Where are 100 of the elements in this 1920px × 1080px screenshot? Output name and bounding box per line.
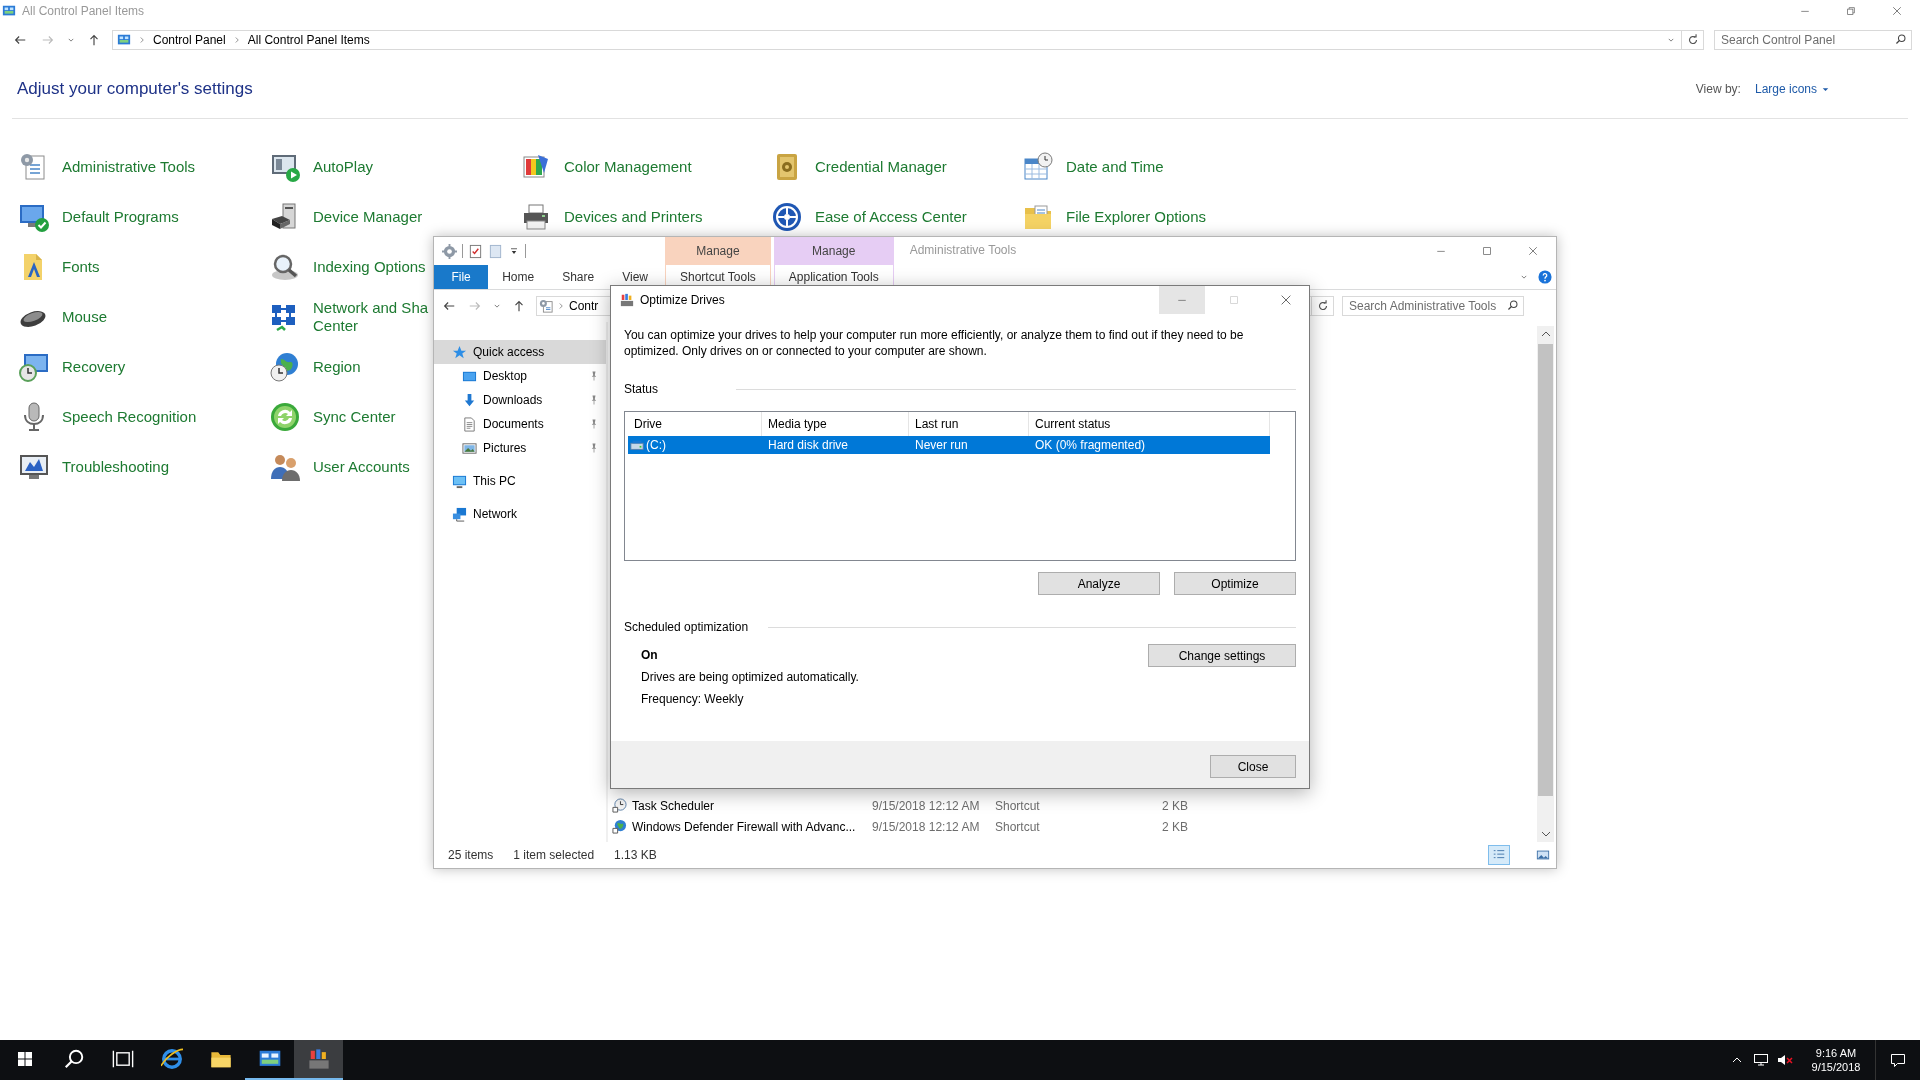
search-icon: [62, 1048, 85, 1070]
scrollbar[interactable]: [1537, 326, 1554, 842]
breadcrumb-item[interactable]: Control Panel: [153, 33, 226, 47]
sync-icon: [269, 401, 301, 433]
clock[interactable]: 9:16 AM 9/15/2018: [1797, 1040, 1875, 1080]
ribbon-tab[interactable]: Share: [548, 265, 609, 289]
hard-drive-icon: [630, 438, 644, 452]
globe-clock-icon: [269, 351, 301, 383]
schedule-state: On: [641, 647, 659, 663]
notification-icon[interactable]: [1890, 1052, 1906, 1068]
nav-item[interactable]: Downloads: [434, 388, 606, 412]
drive-row[interactable]: (C:) Hard disk drive Never run OK (0% fragmented): [628, 436, 1270, 454]
accessibility-icon: [771, 201, 803, 233]
search-icon: [1894, 33, 1907, 46]
table-cell-text: 9/15/2018 12:12 AM: [872, 798, 981, 813]
document-icon: [462, 416, 477, 432]
search-field[interactable]: Search Control Panel: [1714, 30, 1912, 50]
nav-item[interactable]: This PC: [434, 469, 606, 493]
search-field[interactable]: Search Administrative Tools: [1342, 296, 1524, 316]
maximize-icon: [1228, 294, 1240, 306]
table-cell: 2 KB: [1162, 819, 1188, 834]
file-name[interactable]: Windows Defender Firewall with Advanc...: [612, 819, 872, 834]
ribbon-tab[interactable]: View: [608, 265, 662, 289]
table-cell-text: Never run: [914, 438, 969, 452]
nav-item[interactable]: Quick access: [434, 340, 606, 364]
settings-link[interactable]: Default Programs: [18, 201, 179, 233]
settings-link[interactable]: Sync Center: [269, 401, 396, 433]
details-view-button[interactable]: [1488, 845, 1510, 865]
view-by-label: View by:: [1695, 82, 1741, 96]
view-by-dropdown[interactable]: Large icons: [1754, 82, 1831, 96]
group-label: Scheduled optimization: [624, 620, 749, 634]
page-heading: Adjust your computer's settings: [17, 79, 253, 99]
up-arrow-icon[interactable]: [87, 33, 101, 47]
maximize-icon: [1481, 245, 1493, 257]
nav-item[interactable]: Network: [434, 502, 606, 526]
window-title: All Control Panel Items: [22, 4, 145, 18]
settings-link[interactable]: Region: [269, 351, 361, 383]
large-icons-view-icon: [1536, 848, 1550, 862]
status-text: 1 item selected: [513, 848, 595, 862]
picture-icon: [462, 440, 477, 456]
monitor-icon: [452, 473, 467, 489]
settings-link[interactable]: Fonts: [18, 251, 100, 283]
settings-link[interactable]: User Accounts: [269, 451, 410, 483]
table-cell-text: Hard disk drive: [767, 438, 850, 452]
group-label: Status: [624, 382, 659, 396]
up-arrow-icon[interactable]: [512, 299, 526, 313]
window-title: Optimize Drives: [640, 293, 725, 307]
control-panel-icon: [2, 4, 16, 18]
back-arrow-icon[interactable]: [13, 33, 27, 47]
settings-link[interactable]: Color Management: [520, 151, 692, 183]
ribbon-tab[interactable]: Home: [488, 265, 549, 289]
schedule-description: Drives are being optimized automatically.: [641, 669, 859, 685]
speaker-muted-icon[interactable]: [1777, 1052, 1793, 1068]
settings-link[interactable]: File Explorer Options: [1022, 201, 1207, 233]
network-icon[interactable]: [1753, 1052, 1769, 1068]
drive-tiles-icon: [307, 1048, 330, 1070]
status-text: 1.13 KB: [614, 848, 657, 862]
close-button[interactable]: Close: [1210, 755, 1296, 778]
context-tab-header: Manage: [773, 237, 894, 265]
gear-icon[interactable]: [442, 243, 457, 259]
nav-item[interactable]: Desktop: [434, 364, 606, 388]
table-cell: (C:): [628, 438, 762, 452]
action-button[interactable]: Optimize: [1174, 572, 1296, 595]
settings-link[interactable]: Troubleshooting: [18, 451, 169, 483]
action-button[interactable]: Analyze: [1038, 572, 1160, 595]
close-icon: [1527, 245, 1539, 257]
settings-link[interactable]: Date and Time: [1022, 151, 1164, 183]
file-name[interactable]: Task Scheduler: [612, 798, 872, 813]
table-cell-text: Shortcut: [995, 819, 1041, 834]
nav-item[interactable]: Documents: [434, 412, 606, 436]
gear-document-icon: [539, 299, 553, 313]
star-icon: [452, 344, 467, 360]
ribbon-tab[interactable]: File: [434, 265, 489, 289]
help-icon[interactable]: [1538, 270, 1552, 284]
settings-link[interactable]: Credential Manager: [771, 151, 947, 183]
browser-icon: [160, 1048, 183, 1070]
settings-link[interactable]: Speech Recognition: [18, 401, 197, 433]
change-settings-button[interactable]: Change settings: [1148, 644, 1296, 667]
settings-link[interactable]: Indexing Options: [269, 251, 426, 283]
breadcrumb-item[interactable]: All Control Panel Items: [247, 33, 370, 47]
settings-link[interactable]: Administrative Tools: [18, 151, 196, 183]
settings-link[interactable]: Network and Sha Center: [269, 299, 429, 335]
back-arrow-icon[interactable]: [442, 299, 456, 313]
close-icon: [1891, 5, 1903, 17]
settings-link[interactable]: AutoPlay: [269, 151, 374, 183]
window-title: Administrative Tools: [909, 243, 1017, 257]
address-bar[interactable]: Control Panel All Control Panel Items: [112, 30, 1682, 50]
nav-item[interactable]: Pictures: [434, 436, 606, 460]
table-cell-text: Shortcut: [995, 798, 1041, 813]
checklist-icon[interactable]: [468, 243, 483, 259]
settings-link[interactable]: Recovery: [18, 351, 126, 383]
control-panel-icon: [117, 33, 131, 47]
globe-shortcut-icon: [612, 819, 627, 834]
settings-link[interactable]: Devices and Printers: [520, 201, 703, 233]
settings-link[interactable]: Mouse: [18, 301, 108, 333]
table-cell: 2 KB: [1162, 798, 1188, 813]
settings-link[interactable]: Device Manager: [269, 201, 423, 233]
status-text: 25 items: [448, 848, 494, 862]
settings-link[interactable]: Ease of Access Center: [771, 201, 967, 233]
context-tab-header: Manage: [665, 237, 771, 265]
